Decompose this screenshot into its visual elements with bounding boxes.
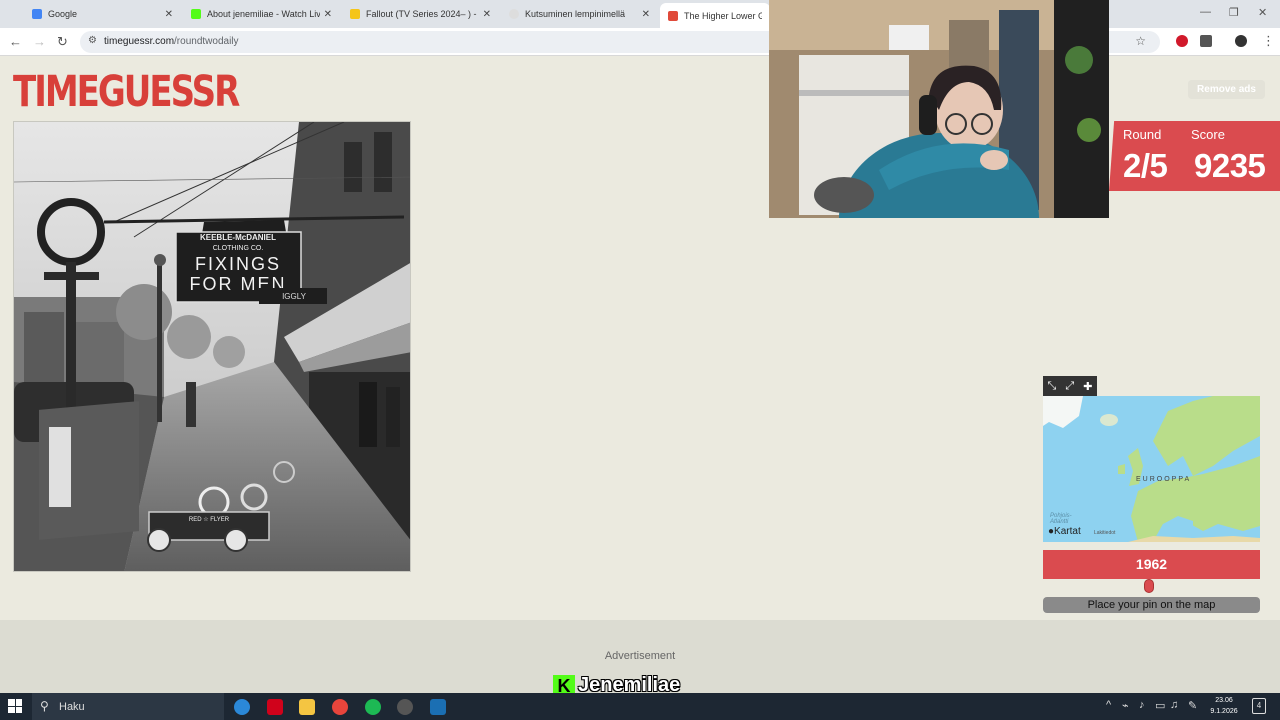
pen-icon[interactable]: ✎ — [1188, 699, 1197, 712]
score-value: 9235 — [1194, 147, 1266, 184]
map-region-label: EUROOPPA — [1136, 476, 1192, 483]
bookmark-star-icon[interactable]: ☆ — [1135, 34, 1146, 48]
chrome-icon[interactable] — [332, 699, 348, 715]
timeguessr-logo[interactable]: TIMEGUESSR — [13, 67, 240, 117]
minimize-icon[interactable]: — — [1200, 6, 1211, 18]
remove-ads-button-top[interactable]: Remove ads — [1188, 80, 1265, 99]
url-text: timeguessr.com/roundtwodaily — [104, 36, 239, 47]
europe-map-shapes — [1043, 396, 1260, 542]
round-photo: KEEBLE-McDANIEL CLOTHING CO. FIXINGS FOR… — [13, 121, 411, 572]
place-pin-button[interactable]: Place your pin on the map — [1043, 597, 1260, 613]
advertisement-label: Advertisement — [604, 650, 676, 662]
sign-line-1: KEEBLE-McDANIEL — [200, 233, 276, 242]
url-path: /roundtwodaily — [174, 36, 239, 47]
windows-start-icon[interactable] — [8, 699, 22, 713]
volume-icon[interactable]: ♫ — [1170, 699, 1178, 711]
steam-icon[interactable] — [430, 699, 446, 715]
kick-icon — [191, 9, 201, 19]
tab-higher-lower[interactable]: The Higher Lower Game — [660, 3, 770, 28]
site-info-icon[interactable]: ⚙ — [88, 35, 97, 46]
back-icon[interactable]: ← — [9, 34, 22, 49]
network-icon[interactable]: ⌁ — [1122, 699, 1129, 712]
taskbar-search-text: Haku — [59, 701, 85, 713]
shrink-icon[interactable]: ⤢ — [1065, 380, 1074, 393]
close-icon[interactable]: ✕ — [324, 9, 332, 20]
profile-avatar[interactable] — [1235, 35, 1247, 47]
street-photo-illustration: KEEBLE-McDANIEL CLOTHING CO. FIXINGS FOR… — [14, 122, 410, 571]
tab-kick[interactable]: About jenemiliae - Watch Live ... ✕ — [183, 3, 340, 25]
clock-date: 9.1.2026 — [1210, 708, 1238, 715]
sign-line-3: FIXINGS — [195, 254, 281, 274]
round-value: 2/5 — [1123, 147, 1168, 184]
google-icon — [32, 9, 42, 19]
spotify-icon[interactable] — [365, 699, 381, 715]
tab-title: About jenemiliae - Watch Live ... — [207, 9, 320, 19]
world-map[interactable]: EUROOPPA Pohjois- Atlantti ●Kartat Lakit… — [1043, 396, 1260, 542]
year-slider-thumb[interactable] — [1144, 579, 1155, 593]
close-icon[interactable]: ✕ — [165, 9, 173, 20]
pin-map-icon[interactable]: ✚ — [1083, 380, 1092, 393]
round-label: Round — [1123, 127, 1162, 142]
map-legal-link[interactable]: Lakitiedot — [1094, 530, 1115, 536]
tab-kutsuminen[interactable]: Kutsuminen lempinimellä ✕ — [501, 3, 658, 25]
map-attribution: ●Kartat — [1048, 526, 1081, 537]
close-icon[interactable]: ✕ — [483, 9, 491, 20]
menu-dots-icon[interactable]: ⋮ — [1262, 33, 1275, 49]
lastpass-icon[interactable] — [267, 699, 283, 715]
sign-line-2: CLOTHING CO. — [213, 245, 264, 252]
extensions-icon[interactable] — [1200, 35, 1212, 47]
adblock-icon[interactable] — [1176, 35, 1188, 47]
notification-center-icon[interactable]: 4 — [1252, 698, 1266, 714]
taskbar-clock[interactable]: 23.06 9.1.2026 — [1207, 695, 1241, 717]
webcam-illustration — [769, 0, 1109, 218]
tab-title: Google — [48, 9, 78, 19]
reload-icon[interactable]: ↻ — [57, 34, 68, 50]
map-sea-label: Pohjois- Atlantti — [1050, 513, 1072, 525]
imdb-icon — [350, 9, 360, 19]
webcam-overlay — [769, 0, 1109, 218]
windows-taskbar: ⚲ Haku ^ ⌁ ♪ ▭ ♫ ✎ 23.06 9.1.2026 4 — [0, 693, 1280, 720]
display-icon[interactable]: ▭ — [1155, 699, 1165, 712]
tab-imdb[interactable]: Fallout (TV Series 2024– ) - IMD... ✕ — [342, 3, 499, 25]
microphone-icon[interactable]: ♪ — [1139, 699, 1145, 711]
close-window-icon[interactable]: ✕ — [1258, 6, 1267, 19]
tab-title: Fallout (TV Series 2024– ) - IMD... — [366, 9, 479, 19]
close-icon[interactable]: ✕ — [642, 9, 650, 20]
score-label: Score — [1191, 127, 1225, 142]
page-footer: Advertisement K Jenemiliae — [0, 620, 1280, 697]
game-icon — [668, 10, 678, 21]
wagon-text: RED ☆ FLYER — [189, 516, 230, 523]
clock-time: 23.06 — [1215, 697, 1233, 704]
maximize-icon[interactable]: ❐ — [1229, 6, 1239, 19]
url-host: timeguessr.com — [104, 36, 175, 47]
tab-title: Kutsuminen lempinimellä — [525, 9, 626, 19]
map-attribution-text: Kartat — [1054, 526, 1081, 537]
year-display: 1962 — [1043, 550, 1260, 579]
tab-title: The Higher Lower Game — [684, 10, 762, 21]
round-score-panel: Round 2/5 Score 9235 — [1109, 121, 1280, 191]
widgets-icon[interactable] — [234, 699, 250, 715]
file-explorer-icon[interactable] — [299, 699, 315, 715]
sign-small: IGGLY — [282, 292, 307, 301]
globe-icon — [509, 9, 519, 19]
map-toolbar: ⤡ ⤢ ✚ — [1043, 376, 1097, 396]
guess-map-widget: ⤡ ⤢ ✚ EUROOPPA Pohjois- Atlantti ●Kartat… — [1043, 376, 1260, 542]
forward-icon[interactable]: → — [33, 34, 46, 49]
obs-icon[interactable] — [397, 699, 413, 715]
tray-overflow-icon[interactable]: ^ — [1106, 699, 1111, 711]
tab-google[interactable]: Google ✕ — [24, 3, 181, 25]
taskbar-search[interactable]: ⚲ Haku — [32, 693, 224, 720]
search-icon: ⚲ — [40, 699, 49, 713]
expand-icon[interactable]: ⤡ — [1048, 380, 1057, 393]
